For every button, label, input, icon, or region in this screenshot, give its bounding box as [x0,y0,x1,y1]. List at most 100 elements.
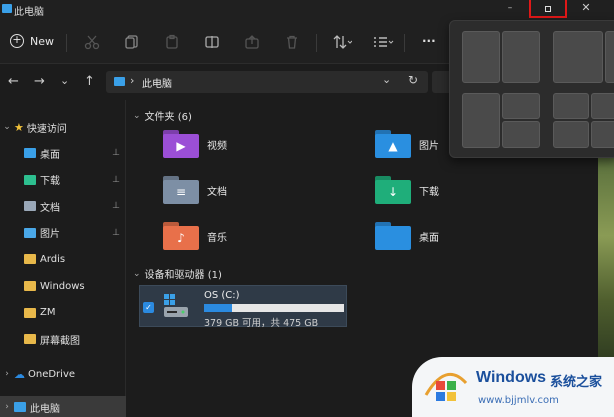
chevron-down-icon[interactable]: ⌄ [0,122,14,132]
library-folder-icon [24,174,36,185]
snap-zone[interactable] [591,93,614,119]
this-pc-icon [14,402,26,412]
drive-usage-bar [204,304,344,312]
sidebar-item-onedrive[interactable]: › ☁ OneDrive [0,363,126,385]
more-options-button[interactable]: ··· [422,34,436,48]
sidebar-item[interactable]: 文档 ⊥ [0,195,126,217]
copy-icon[interactable] [124,34,140,50]
library-folder-icon [24,201,36,212]
folder-icon [24,334,36,345]
watermark-brand: Windows [476,369,547,386]
folder-label: 视频 [207,140,227,152]
breadcrumb-this-pc[interactable]: 此电脑 [142,75,172,90]
snap-zone[interactable] [502,121,540,148]
snap-zone[interactable] [462,93,500,148]
drive-usage-fill [204,304,232,312]
group-title: 文件夹 (6) [144,112,192,123]
chevron-right-icon[interactable]: › [0,402,14,412]
delete-icon[interactable] [284,34,300,50]
folder-tile[interactable]: 桌面 [375,222,439,250]
back-button[interactable]: ← [8,74,19,89]
rename-icon[interactable] [204,34,220,50]
this-pc-icon [2,4,12,13]
drive-name: OS (C:) [204,290,240,301]
snap-zone[interactable] [553,93,589,119]
cloud-icon: ☁ [14,367,25,381]
sidebar-item-label: Ardis [40,253,66,265]
pin-icon: ⊥ [112,174,120,185]
sidebar-item-label: 下载 [40,176,60,188]
folder-tile[interactable]: ↓ 下载 [375,176,439,204]
folder-label: 下载 [419,186,439,198]
sidebar-item-label: 文档 [40,202,60,214]
sidebar-item-label: 桌面 [40,149,60,161]
snap-zone[interactable] [502,31,540,83]
snap-zone[interactable] [591,121,614,148]
address-dropdown-button[interactable]: ⌄ [382,73,391,86]
folder-icon: ▲ [375,130,411,158]
sidebar-item[interactable]: ZM [0,302,126,324]
up-button[interactable]: ↑ [84,74,95,89]
folders-group-header[interactable]: ⌄ 文件夹 (6) [133,108,192,124]
sidebar-item-this-pc[interactable]: › 此电脑 [0,396,126,417]
cut-icon[interactable] [84,34,100,50]
sort-icon[interactable] [332,34,352,50]
folder-label: 桌面 [419,232,439,244]
refresh-button[interactable]: ↻ [408,73,418,87]
folder-icon [24,254,36,265]
snap-zone[interactable] [553,31,603,83]
chevron-right-icon[interactable]: › [0,369,14,379]
forward-button[interactable]: → [34,74,45,89]
new-label: New [30,34,54,48]
close-button[interactable]: ✕ [568,0,604,18]
folder-icon: ♪ [163,222,199,250]
sidebar-item-label: 屏幕截图 [40,335,80,347]
sidebar-item[interactable]: 图片 ⊥ [0,222,126,244]
snap-zone[interactable] [605,31,614,83]
toolbar-divider [404,34,405,52]
sidebar-item-quick-access[interactable]: ⌄ ★ 快速访问 [0,116,126,138]
library-folder-icon [24,227,36,238]
checkbox[interactable]: ✓ [143,302,154,313]
library-folder-icon [24,148,36,158]
paste-icon[interactable] [164,34,180,50]
folder-icon [24,281,36,291]
star-icon: ★ [14,120,24,134]
share-icon[interactable] [244,34,260,50]
snap-zone[interactable] [553,121,589,148]
snap-zone[interactable] [502,93,540,119]
folder-tile[interactable]: ▲ 图片 [375,130,439,158]
drive-icon [164,294,188,317]
address-bar[interactable]: › 此电脑 ⌄ ↻ [106,71,428,93]
drive-os-c[interactable]: ✓ OS (C:) 379 GB 可用，共 475 GB [139,285,347,329]
new-button[interactable]: + New [10,34,54,48]
pin-icon: ⊥ [112,227,120,238]
sidebar-item[interactable]: Ardis [0,248,126,270]
sidebar-item-label: 快速访问 [26,123,67,135]
sidebar-item[interactable]: 桌面 ⊥ [0,142,126,164]
desktop-wallpaper [598,150,614,365]
sidebar-item[interactable]: 屏幕截图 [0,328,126,350]
maximize-button[interactable] [529,0,567,18]
folder-tile[interactable]: ▶ 视频 [163,130,227,158]
plus-icon: + [10,34,24,48]
sidebar-item[interactable]: Windows [0,275,126,297]
devices-group-header[interactable]: ⌄ 设备和驱动器 (1) [133,266,222,282]
folder-tile[interactable]: ≡ 文档 [163,176,227,204]
toolbar-divider [66,34,67,52]
folder-icon: ↓ [375,176,411,204]
snap-zone[interactable] [462,31,500,83]
toolbar-divider [316,34,317,52]
breadcrumb-separator: › [130,74,135,87]
view-icon[interactable] [372,34,394,50]
folder-tile[interactable]: ♪ 音乐 [163,222,227,250]
pin-icon: ⊥ [112,148,120,158]
site-watermark: Windows 系统之家 www.bjjmlv.com [412,357,614,417]
watermark-brand-cn: 系统之家 [550,375,603,390]
folder-icon: ≡ [163,176,199,204]
sidebar-item[interactable]: 下载 ⊥ [0,169,126,191]
recent-locations-button[interactable]: ⌄ [60,74,69,87]
sidebar-item-label: Windows [40,280,85,292]
minimize-button[interactable]: – [492,0,528,18]
sidebar-item-label: 图片 [40,229,60,241]
